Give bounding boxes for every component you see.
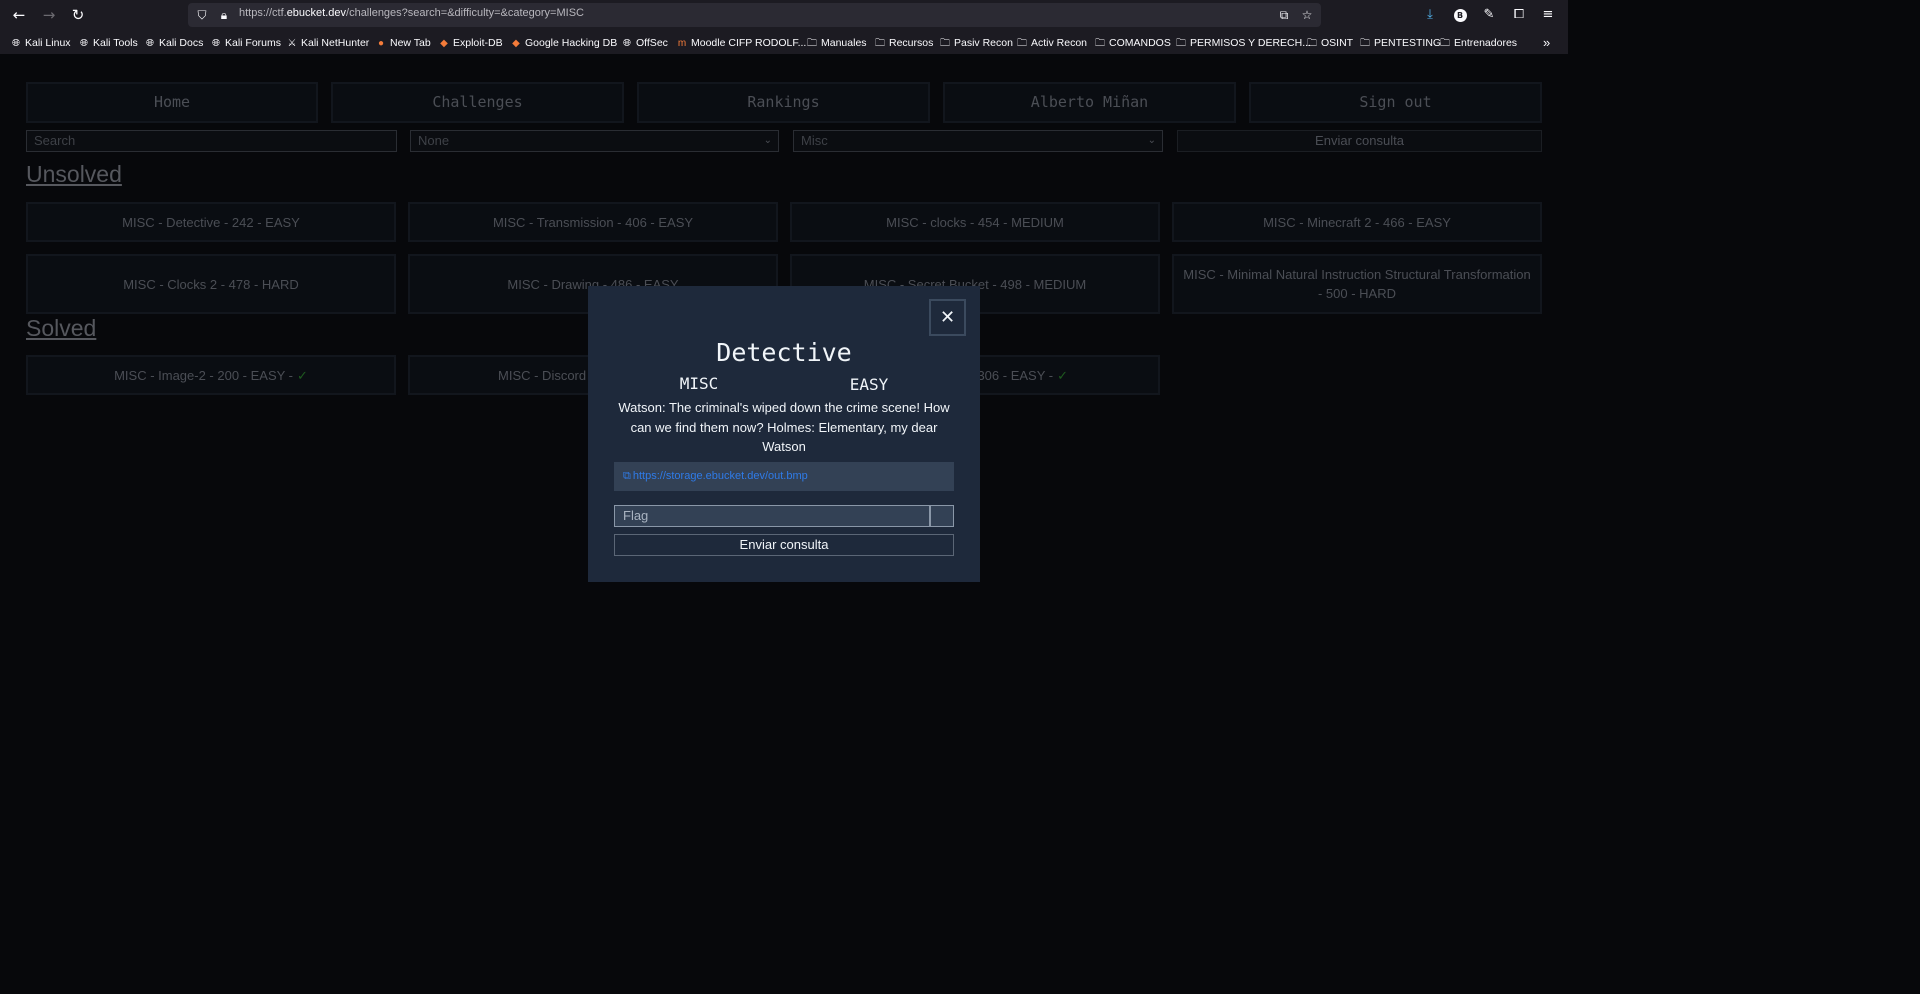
solved-challenge-card[interactable]: MISC - Image-2 - 200 - EASY - ✓ [26, 355, 396, 395]
bookmark-folder[interactable]: 🗀︎ Entrenadores [1439, 36, 1517, 50]
back-button[interactable]: ← [9, 5, 29, 25]
folder-icon: 🗀︎ [940, 38, 950, 49]
nav-home-button[interactable]: Home [26, 82, 318, 123]
close-button[interactable]: ✕ [929, 299, 966, 336]
challenge-card[interactable]: MISC - Clocks 2 - 478 - HARD [26, 254, 396, 314]
bookmark-item[interactable]: m Moodle CIFP RODOLF... [676, 36, 807, 50]
nav-rankings-button[interactable]: Rankings [637, 82, 930, 123]
lock-icon[interactable]: 🔒︎ [216, 7, 232, 23]
forward-button[interactable]: → [39, 5, 59, 25]
firefox-icon: ● [377, 38, 385, 49]
bookmark-folder[interactable]: 🗀︎ Manuales [806, 36, 867, 50]
bookmark-folder[interactable]: 🗀︎ PENTESTING [1359, 36, 1441, 50]
extension-icon[interactable]: ✎ [1479, 5, 1499, 25]
star-icon[interactable]: ☆ [1299, 7, 1315, 23]
submit-flag-button[interactable]: Enviar consulta [614, 534, 954, 556]
difficulty-select[interactable]: None ⌄ [410, 130, 779, 152]
flag-input-addon[interactable] [930, 505, 954, 527]
nav-user-button[interactable]: Alberto Miñan [943, 82, 1236, 123]
search-input[interactable]: Search [26, 130, 397, 152]
bookmark-folder[interactable]: 🗀︎ OSINT [1306, 36, 1353, 50]
challenge-card[interactable]: MISC - Transmission - 406 - EASY [408, 202, 778, 242]
modal-description: Watson: The criminal's wiped down the cr… [618, 400, 950, 454]
chevron-down-icon: ⌄ [763, 135, 772, 146]
external-link-icon: ⧉ [623, 470, 631, 482]
reload-button[interactable]: ↻ [68, 5, 88, 25]
bookmark-folder[interactable]: 🗀︎ Activ Recon [1016, 36, 1087, 50]
checkmark-icon: ✓ [297, 367, 308, 383]
exploitdb-icon: ◆ [512, 38, 520, 49]
bookmark-folder[interactable]: 🗀︎ Pasiv Recon [939, 36, 1013, 50]
globe-icon: 🌐︎ [80, 38, 88, 49]
close-icon: ✕ [939, 307, 956, 328]
bookmark-item[interactable]: ● New Tab [375, 36, 431, 50]
exploitdb-icon: ◆ [440, 38, 448, 49]
folder-icon: 🗀︎ [1440, 38, 1450, 49]
shield-icon[interactable]: ⛉ [194, 7, 210, 23]
folder-icon: 🗀︎ [1307, 38, 1317, 49]
bookmark-folder[interactable]: 🗀︎ Recursos [874, 36, 933, 50]
download-icon[interactable]: ⤓ [1420, 5, 1440, 25]
globe-icon: 🌐︎ [212, 38, 220, 49]
bookmark-item[interactable]: 🌐︎ Kali Forums [210, 36, 281, 50]
nav-challenges-button[interactable]: Challenges [331, 82, 624, 123]
bookmark-item[interactable]: 🌐︎ Kali Tools [78, 36, 138, 50]
flag-input[interactable]: Flag [614, 505, 930, 527]
bookmark-item[interactable]: 🌐︎ OffSec [621, 36, 668, 50]
folder-icon: 🗀︎ [875, 38, 885, 49]
modal-category: MISC [679, 374, 719, 393]
bookmark-folder[interactable]: 🗀︎ COMANDOS [1094, 36, 1171, 50]
challenge-card[interactable]: MISC - Minimal Natural Instruction Struc… [1172, 254, 1542, 314]
folder-icon: 🗀︎ [1017, 38, 1027, 49]
url-bar[interactable]: ⛉ 🔒︎ https://ctf.ebucket.dev/challenges?… [188, 3, 1321, 27]
challenge-card[interactable]: MISC - clocks - 454 - MEDIUM [790, 202, 1160, 242]
menu-icon[interactable]: ≡ [1538, 5, 1558, 25]
folder-icon: 🗀︎ [807, 38, 817, 49]
chevron-down-icon: ⌄ [1147, 135, 1156, 146]
bookmark-item[interactable]: ◆ Google Hacking DB [510, 36, 617, 50]
browser-toolbar: ← → ↻ ⛉ 🔒︎ https://ctf.ebucket.dev/chall… [0, 0, 1568, 30]
checkmark-icon: ✓ [1057, 367, 1068, 383]
url-text[interactable]: https://ctf.ebucket.dev/challenges?searc… [239, 7, 584, 19]
avatar[interactable]: B [1450, 5, 1470, 25]
folder-icon: 🗀︎ [1176, 38, 1186, 49]
moodle-icon: m [677, 38, 687, 49]
bookmark-folder[interactable]: 🗀︎ PERMISOS Y DERECH... [1175, 36, 1311, 50]
modal-title: Detective [716, 338, 852, 367]
challenge-card[interactable]: MISC - Minecraft 2 - 466 - EASY [1172, 202, 1542, 242]
folder-icon: 🗀︎ [1360, 38, 1370, 49]
translate-icon[interactable]: ⧉ [1276, 7, 1292, 23]
modal-difficulty: EASY [849, 375, 889, 394]
unsolved-heading: Unsolved [26, 161, 122, 187]
challenge-card[interactable]: MISC - Detective - 242 - EASY [26, 202, 396, 242]
globe-icon: 🌐︎ [12, 38, 20, 49]
nethunter-icon: ⚔ [287, 38, 297, 49]
bookmark-item[interactable]: ◆ Exploit-DB [438, 36, 502, 50]
bookmarks-bar: 🌐︎ Kali Linux 🌐︎ Kali Tools 🌐︎ Kali Docs 🌐︎… [0, 32, 1568, 54]
puzzle-icon[interactable]: ⧠ [1509, 5, 1529, 25]
attachment-link[interactable]: ⧉ https://storage.ebucket.dev/out.bmp [614, 462, 954, 491]
category-select[interactable]: Misc ⌄ [793, 130, 1163, 152]
folder-icon: 🗀︎ [1095, 38, 1105, 49]
filter-submit-button[interactable]: Enviar consulta [1177, 130, 1542, 152]
bookmark-item[interactable]: 🌐︎ Kali Docs [144, 36, 203, 50]
bookmark-item[interactable]: 🌐︎ Kali Linux [10, 36, 71, 50]
solved-heading: Solved [26, 315, 97, 341]
bookmarks-overflow-icon[interactable]: » [1543, 36, 1550, 50]
globe-icon: 🌐︎ [623, 38, 631, 49]
browser-chrome: ← → ↻ ⛉ 🔒︎ https://ctf.ebucket.dev/chall… [0, 0, 1568, 54]
globe-icon: 🌐︎ [146, 38, 154, 49]
bookmark-item[interactable]: ⚔ Kali NetHunter [286, 36, 370, 50]
nav-signout-button[interactable]: Sign out [1249, 82, 1542, 123]
